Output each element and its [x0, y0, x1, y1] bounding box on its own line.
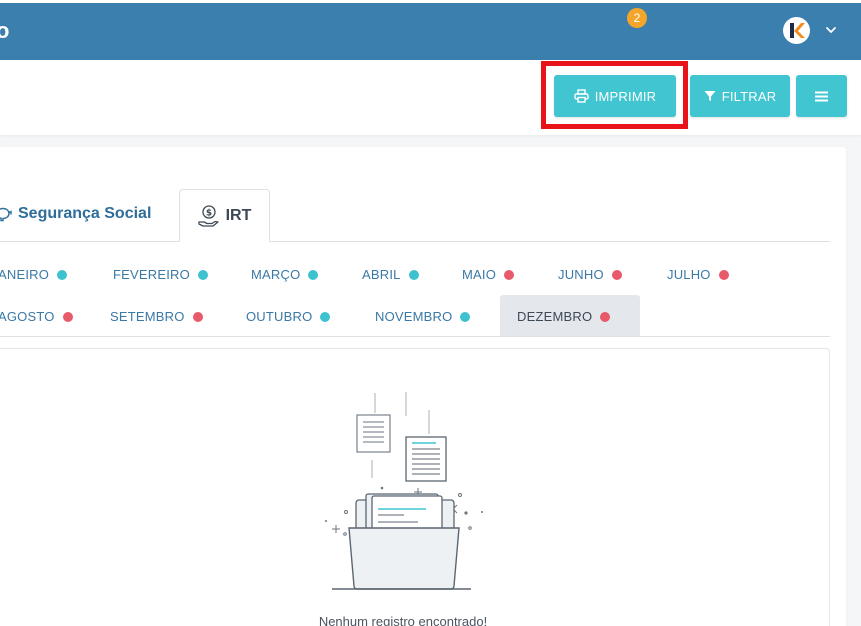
filter-icon	[704, 91, 716, 101]
month-label: FEVEREIRO	[113, 267, 190, 282]
month-status-dot	[197, 269, 208, 280]
tab-seguranca-social[interactable]: Segurança Social	[0, 205, 151, 223]
filter-button[interactable]: FILTRAR	[690, 75, 790, 117]
tab-seguranca-social-label: Segurança Social	[18, 205, 152, 222]
month-tab-julho[interactable]: JULHO	[667, 267, 729, 282]
month-tab-setembro[interactable]: SETEMBRO	[110, 309, 203, 324]
month-status-dot	[600, 311, 611, 322]
month-label: ABRIL	[362, 267, 401, 282]
months-divider	[0, 336, 830, 337]
month-status-dot	[408, 269, 419, 280]
top-navbar: o	[0, 0, 861, 60]
month-tab-abril[interactable]: ABRIL	[362, 267, 419, 282]
month-status-dot	[308, 269, 319, 280]
month-status-dot	[320, 311, 331, 322]
month-label: JULHO	[667, 267, 711, 282]
month-status-dot	[460, 311, 471, 322]
month-status-dot	[504, 269, 515, 280]
month-label: ANEIRO	[0, 267, 50, 282]
month-tab-dezembro[interactable]: DEZEMBRO	[517, 309, 611, 324]
month-label: MARÇO	[251, 267, 301, 282]
month-tab-março[interactable]: MARÇO	[251, 267, 319, 282]
tab-irt[interactable]: $ IRT	[179, 189, 270, 242]
month-tab-fevereiro[interactable]: FEVEREIRO	[113, 267, 208, 282]
month-label: DEZEMBRO	[517, 309, 593, 324]
tabs-divider	[0, 241, 830, 242]
month-label: JUNHO	[558, 267, 604, 282]
month-label: NOVEMBRO	[375, 309, 453, 324]
month-label: AGOSTO	[0, 309, 55, 324]
menu-button[interactable]	[796, 75, 847, 117]
month-status-dot	[62, 311, 73, 322]
month-tab-agosto[interactable]: AGOSTO	[0, 309, 73, 324]
money-hand-icon: $	[197, 204, 219, 227]
tab-irt-label: IRT	[225, 206, 252, 224]
month-status-dot	[611, 269, 622, 280]
piggy-bank-icon	[0, 207, 12, 222]
month-status-dot	[57, 269, 68, 280]
hamburger-icon	[815, 91, 828, 101]
svg-text:$: $	[205, 208, 211, 218]
filter-button-label: FILTRAR	[721, 88, 777, 104]
month-status-dot	[192, 311, 203, 322]
month-label: MAIO	[462, 267, 497, 282]
month-tab-junho[interactable]: JUNHO	[558, 267, 622, 282]
notification-badge: 2	[627, 8, 647, 28]
month-tab-novembro[interactable]: NOVEMBRO	[375, 309, 471, 324]
month-label: SETEMBRO	[110, 309, 185, 324]
month-label: OUTUBRO	[246, 309, 313, 324]
chevron-down-icon[interactable]	[822, 20, 840, 40]
month-tab-maio[interactable]: MAIO	[462, 267, 515, 282]
print-highlight-box	[541, 61, 688, 129]
brand-logo[interactable]: o	[0, 18, 9, 44]
month-status-dot	[718, 269, 729, 280]
month-tab-aneiro[interactable]: ANEIRO	[0, 267, 68, 282]
avatar[interactable]	[783, 17, 810, 44]
empty-folder-illustration	[325, 392, 483, 590]
month-tab-outubro[interactable]: OUTUBRO	[246, 309, 331, 324]
empty-state-message: Nenhum registro encontrado!	[318, 614, 488, 626]
